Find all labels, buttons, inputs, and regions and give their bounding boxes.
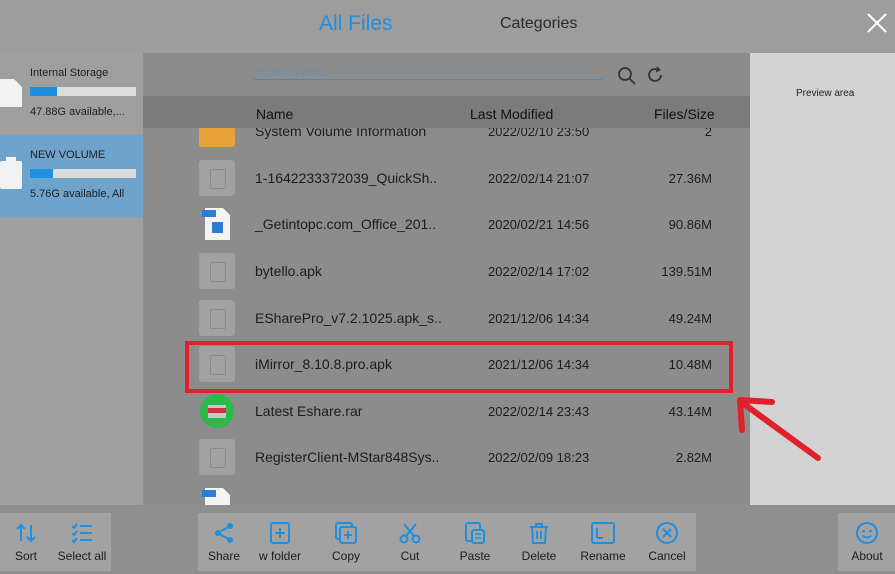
file-date: 2020/02/21 14:56 xyxy=(488,217,590,232)
file-name: System Volume Information xyxy=(255,128,427,139)
file-size: 43.14M xyxy=(668,404,712,419)
file-row[interactable]: _Getintopc.com_Office_201.. 2020/02/21 1… xyxy=(143,201,750,247)
file-size: 49.24M xyxy=(668,311,712,326)
storage-usage-bar xyxy=(30,87,136,96)
file-name: ESharePro_v7.2.1025.apk_s.. xyxy=(255,310,442,326)
refresh-icon[interactable] xyxy=(646,66,664,84)
file-row[interactable] xyxy=(143,481,750,505)
file-date: 2022/02/14 23:43 xyxy=(488,404,590,419)
column-size[interactable]: Files/Size xyxy=(654,106,715,122)
file-name: Latest Eshare.rar xyxy=(255,403,363,419)
sd-card-icon xyxy=(0,79,22,107)
cut-button[interactable]: Cut xyxy=(381,513,439,571)
file-row[interactable]: System Volume Information 2022/02/10 23:… xyxy=(143,128,750,154)
storage-internal[interactable]: Internal Storage 47.88G available,... xyxy=(0,53,143,135)
new-folder-icon xyxy=(270,522,290,544)
file-size: 90.86M xyxy=(668,217,712,232)
file-browser: Input keyword Name Last Modified Files/S… xyxy=(143,53,750,505)
file-date: 2022/02/14 17:02 xyxy=(488,264,590,279)
file-row[interactable]: 1-1642233372039_QuickSh.. 2022/02/14 21:… xyxy=(143,155,750,201)
rename-icon xyxy=(591,522,615,544)
highlight-box xyxy=(185,341,733,393)
search-underline xyxy=(254,79,602,80)
file-icon xyxy=(199,439,235,475)
file-icon xyxy=(199,300,235,336)
toolbar-group-right: About xyxy=(838,513,895,571)
about-button[interactable]: About xyxy=(838,513,895,571)
storage-name: Internal Storage xyxy=(30,67,109,79)
file-size: 2.82M xyxy=(675,450,712,465)
tab-categories[interactable]: Categories xyxy=(500,15,577,33)
storage-sidebar: Internal Storage 47.88G available,... NE… xyxy=(0,53,143,505)
top-bar: All Files Categories xyxy=(0,0,895,53)
close-icon[interactable] xyxy=(866,12,888,34)
copy-button[interactable]: Copy xyxy=(317,513,375,571)
file-name: 1-1642233372039_QuickSh.. xyxy=(255,170,438,186)
file-row[interactable]: ESharePro_v7.2.1025.apk_s.. 2021/12/06 1… xyxy=(143,295,750,341)
share-icon xyxy=(215,523,233,543)
search-input[interactable]: Input keyword xyxy=(256,67,324,79)
file-icon xyxy=(199,253,235,289)
trash-icon xyxy=(530,523,548,544)
file-list: System Volume Information 2022/02/10 23:… xyxy=(143,128,750,505)
smiley-icon xyxy=(856,522,878,544)
rar-file-icon xyxy=(200,394,234,428)
new-folder-button[interactable]: w folder xyxy=(251,513,309,571)
storage-available: 5.76G available, All xyxy=(30,188,125,200)
file-size: 2 xyxy=(704,128,712,139)
storage-usage-bar xyxy=(30,169,136,178)
file-list-header: Name Last Modified Files/Size xyxy=(143,96,750,128)
file-size: 139.51M xyxy=(661,264,712,279)
paste-icon xyxy=(465,522,485,544)
file-row[interactable]: RegisterClient-MStar848Sys.. 2022/02/09 … xyxy=(143,434,750,480)
storage-available: 47.88G available,... xyxy=(30,106,125,118)
file-date: 2021/12/06 14:34 xyxy=(488,311,590,326)
file-row[interactable]: bytello.apk 2022/02/14 17:02 139.51M xyxy=(143,248,750,294)
search-icon[interactable] xyxy=(617,66,637,86)
bottom-toolbar: Sort Select all Share w folder Copy Cut … xyxy=(0,505,895,574)
copy-icon xyxy=(335,522,357,544)
scissors-icon xyxy=(399,523,421,544)
column-name[interactable]: Name xyxy=(256,106,293,122)
storage-name: NEW VOLUME xyxy=(30,149,106,161)
file-size: 27.36M xyxy=(668,171,712,186)
zip-file-icon xyxy=(202,208,230,240)
rename-button[interactable]: Rename xyxy=(574,513,632,571)
select-all-button[interactable]: Select all xyxy=(53,513,111,571)
toolbar-group-left: Sort Select all xyxy=(0,513,111,571)
annotation-arrow-icon xyxy=(737,397,821,461)
file-date: 2022/02/14 21:07 xyxy=(488,171,590,186)
sort-icon xyxy=(16,523,36,543)
folder-icon xyxy=(199,128,235,147)
zip-file-icon xyxy=(202,488,230,505)
paste-button[interactable]: Paste xyxy=(446,513,504,571)
file-icon xyxy=(199,160,235,196)
column-last-modified[interactable]: Last Modified xyxy=(470,106,553,122)
preview-label: Preview area xyxy=(796,88,855,99)
file-date: 2022/02/10 23:50 xyxy=(488,128,590,139)
cancel-button[interactable]: Cancel xyxy=(638,513,696,571)
toolbar-group-actions: Share w folder Copy Cut Paste Delete Ren… xyxy=(198,513,696,571)
file-name: RegisterClient-MStar848Sys.. xyxy=(255,449,440,465)
delete-button[interactable]: Delete xyxy=(510,513,568,571)
file-date: 2022/02/09 18:23 xyxy=(488,450,590,465)
usb-drive-icon xyxy=(0,157,22,189)
checklist-icon xyxy=(71,523,92,544)
tab-all-files[interactable]: All Files xyxy=(319,12,393,36)
file-name: _Getintopc.com_Office_201.. xyxy=(255,216,437,232)
file-name: bytello.apk xyxy=(255,263,322,279)
file-row[interactable]: Latest Eshare.rar 2022/02/14 23:43 43.14… xyxy=(143,388,750,434)
cancel-icon xyxy=(656,522,678,544)
storage-new-volume[interactable]: NEW VOLUME 5.76G available, All xyxy=(0,135,143,217)
